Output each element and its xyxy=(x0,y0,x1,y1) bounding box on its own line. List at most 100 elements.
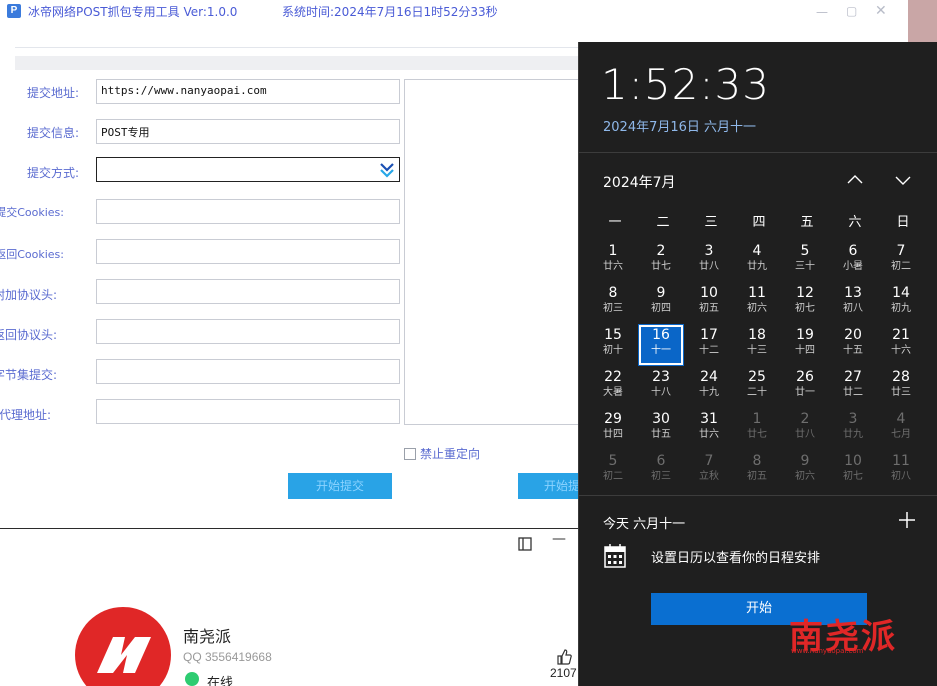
calendar-day[interactable]: 20 十五 xyxy=(831,325,875,365)
calendar-day[interactable]: 8 初三 xyxy=(591,283,635,323)
calendar-day[interactable]: 1 廿六 xyxy=(591,241,635,281)
proxy-input[interactable] xyxy=(96,399,400,424)
calendar-day[interactable]: 1 廿七 xyxy=(735,409,779,449)
calendar-day[interactable]: 10 初五 xyxy=(687,283,731,323)
day-number: 21 xyxy=(892,327,910,343)
calendar-day[interactable]: 29 廿四 xyxy=(591,409,635,449)
calendar-day[interactable]: 21 十六 xyxy=(879,325,923,365)
day-number: 10 xyxy=(844,453,862,469)
lunar-date: 廿六 xyxy=(603,261,623,272)
submit-url-input[interactable]: https://www.nanyaopai.com xyxy=(96,79,400,104)
divider xyxy=(579,495,937,496)
calendar-day[interactable]: 4 七月 xyxy=(879,409,923,449)
calendar-day[interactable]: 2 廿七 xyxy=(639,241,683,281)
label-extra-headers: 附加协议头: xyxy=(0,288,57,302)
calendar-day[interactable]: 3 廿九 xyxy=(831,409,875,449)
calendar-icon xyxy=(604,544,626,568)
calendar-day[interactable]: 4 廿九 xyxy=(735,241,779,281)
calendar-day[interactable]: 28 廿三 xyxy=(879,367,923,407)
day-number: 19 xyxy=(796,327,814,343)
lunar-date: 初八 xyxy=(843,303,863,314)
weekday-tue: 二 xyxy=(656,215,670,230)
calendar-day[interactable]: 5 初二 xyxy=(591,451,635,491)
calendar-day[interactable]: 17 十二 xyxy=(687,325,731,365)
sidebar-toggle-icon[interactable] xyxy=(518,537,532,551)
calendar-day[interactable]: 11 初六 xyxy=(735,283,779,323)
calendar-day[interactable]: 10 初七 xyxy=(831,451,875,491)
month-label[interactable]: 2024年7月 xyxy=(603,172,676,192)
calendar-day[interactable]: 7 初二 xyxy=(879,241,923,281)
calendar-day[interactable]: 9 初四 xyxy=(639,283,683,323)
calendar-day[interactable]: 22 大暑 xyxy=(591,367,635,407)
lunar-date: 大暑 xyxy=(603,387,623,398)
calendar-day[interactable]: 12 初七 xyxy=(783,283,827,323)
no-redirect-option[interactable]: 禁止重定向 xyxy=(404,445,480,462)
calendar-day[interactable]: 3 廿八 xyxy=(687,241,731,281)
day-number: 8 xyxy=(752,453,762,469)
calendar-day[interactable]: 5 三十 xyxy=(783,241,827,281)
close-icon[interactable]: ✕ xyxy=(875,3,887,19)
background-strip xyxy=(908,0,937,42)
day-number: 3 xyxy=(704,243,714,259)
divider xyxy=(15,47,580,48)
calendar-day[interactable]: 19 十四 xyxy=(783,325,827,365)
response-output-box[interactable] xyxy=(404,79,584,425)
chevron-down-icon[interactable] xyxy=(893,170,913,190)
watermark: 南尧派 www.nanyaopai.com xyxy=(789,609,931,659)
calendar-day[interactable]: 2 廿八 xyxy=(783,409,827,449)
bytes-submit-input[interactable] xyxy=(96,359,400,384)
lunar-date: 十四 xyxy=(795,345,815,356)
schedule-message: 设置日历以查看你的日程安排 xyxy=(651,551,821,566)
calendar-day[interactable]: 13 初八 xyxy=(831,283,875,323)
calendar-day[interactable]: 30 廿五 xyxy=(639,409,683,449)
lunar-date: 初三 xyxy=(603,303,623,314)
chevron-down-icon[interactable] xyxy=(379,161,395,179)
day-number: 15 xyxy=(604,327,622,343)
calendar-day[interactable]: 15 初十 xyxy=(591,325,635,365)
lunar-date: 廿五 xyxy=(651,429,671,440)
lunar-date: 初九 xyxy=(891,303,911,314)
submit-method-select[interactable] xyxy=(96,157,400,182)
day-number: 12 xyxy=(796,285,814,301)
thumbs-up-icon[interactable] xyxy=(556,649,572,665)
day-number: 27 xyxy=(844,369,862,385)
maximize-icon[interactable]: ▢ xyxy=(846,4,857,18)
calendar-flyout: 1:52:33 2024年7月16日 六月十一 2024年7月 一 二 三 四 … xyxy=(578,42,937,686)
calendar-day[interactable]: 31 廿六 xyxy=(687,409,731,449)
minimize-icon[interactable]: — xyxy=(816,5,828,19)
second-submit-button[interactable]: 开始提 xyxy=(518,473,580,499)
chevron-up-icon[interactable] xyxy=(845,170,865,190)
calendar-day[interactable]: 7 立秋 xyxy=(687,451,731,491)
day-number: 1 xyxy=(752,411,762,427)
calendar-day[interactable]: 6 小暑 xyxy=(831,241,875,281)
calendar-day[interactable]: 6 初三 xyxy=(639,451,683,491)
calendar-day[interactable]: 11 初八 xyxy=(879,451,923,491)
profile-avatar[interactable] xyxy=(75,607,171,686)
app-icon: P xyxy=(7,4,21,18)
day-number: 13 xyxy=(844,285,862,301)
calendar-day[interactable]: 24 十九 xyxy=(687,367,731,407)
start-submit-button[interactable]: 开始提交 xyxy=(288,473,392,499)
submit-cookies-input[interactable] xyxy=(96,199,400,224)
return-headers-input[interactable] xyxy=(96,319,400,344)
calendar-day[interactable]: 18 十三 xyxy=(735,325,779,365)
submit-info-input[interactable]: POST专用 xyxy=(96,119,400,144)
calendar-day[interactable]: 26 廿一 xyxy=(783,367,827,407)
lunar-date: 廿三 xyxy=(891,387,911,398)
label-return-cookies: 返回Cookies: xyxy=(0,248,64,261)
calendar-day[interactable]: 14 初九 xyxy=(879,283,923,323)
calendar-day[interactable]: 8 初五 xyxy=(735,451,779,491)
divider xyxy=(579,152,937,153)
calendar-day-today[interactable]: 16 十一 xyxy=(639,325,683,365)
calendar-day[interactable]: 23 十八 xyxy=(639,367,683,407)
calendar-day[interactable]: 27 廿二 xyxy=(831,367,875,407)
minimize-icon[interactable]: — xyxy=(552,531,566,547)
calendar-day[interactable]: 9 初六 xyxy=(783,451,827,491)
full-date[interactable]: 2024年7月16日 六月十一 xyxy=(603,116,756,135)
calendar-day[interactable]: 25 二十 xyxy=(735,367,779,407)
no-redirect-checkbox[interactable] xyxy=(404,447,416,460)
add-event-icon[interactable] xyxy=(898,511,916,529)
return-cookies-input[interactable] xyxy=(96,239,400,264)
extra-headers-input[interactable] xyxy=(96,279,400,304)
weekday-thu: 四 xyxy=(752,215,766,230)
